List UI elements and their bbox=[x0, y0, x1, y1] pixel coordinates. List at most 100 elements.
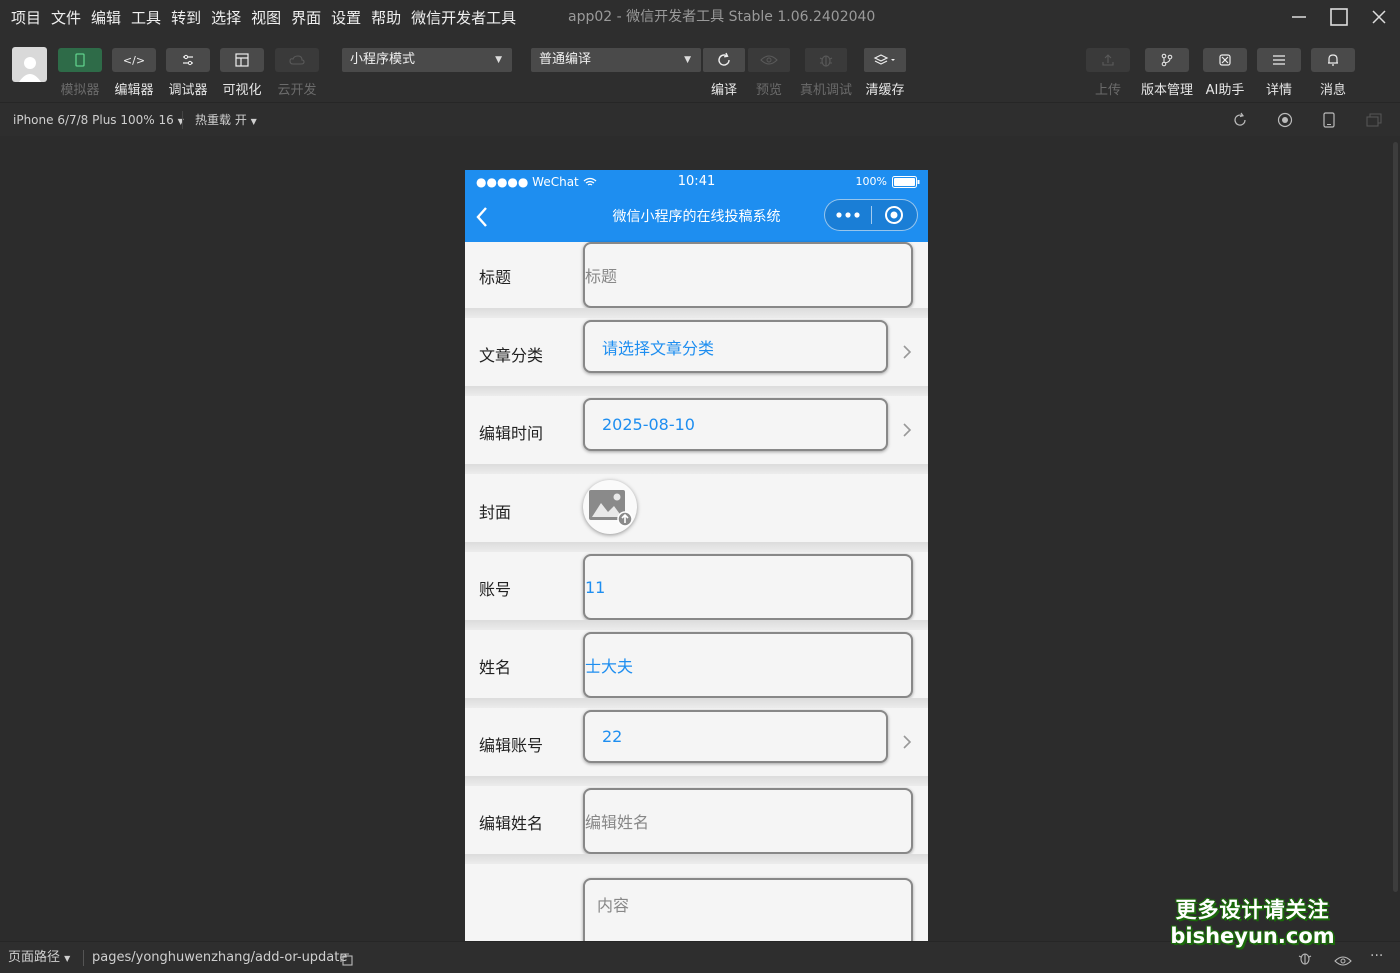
simulator-button[interactable] bbox=[58, 48, 102, 72]
mode-select-value: 小程序模式 bbox=[350, 52, 416, 67]
menu-item-select[interactable]: 选择 bbox=[206, 7, 246, 28]
version-button[interactable] bbox=[1145, 48, 1189, 72]
debugger-button[interactable] bbox=[166, 48, 210, 72]
hot-reload-select[interactable]: 热重载 开 ▼ bbox=[195, 103, 257, 137]
editor-account-picker[interactable]: 22 bbox=[583, 710, 888, 763]
editor-button[interactable]: </> bbox=[112, 48, 156, 72]
target-icon bbox=[885, 206, 904, 224]
record-button[interactable] bbox=[1277, 112, 1293, 128]
category-label: 文章分类 bbox=[479, 346, 544, 365]
toolbar: 模拟器 </> 编辑器 调试器 可视化 云开发 小程序模式 ▼ 普通编译 ▼ 编… bbox=[0, 34, 1400, 102]
battery-percent: 100% bbox=[855, 175, 887, 188]
windows-icon bbox=[1366, 113, 1382, 127]
row-divider bbox=[465, 854, 928, 864]
compile-button[interactable] bbox=[703, 48, 745, 72]
menu-item-settings[interactable]: 设置 bbox=[326, 7, 366, 28]
compile-select-value: 普通编译 bbox=[539, 52, 592, 67]
window-title: app02 - 微信开发者工具 Stable 1.06.2402040 bbox=[568, 9, 876, 25]
minimize-button[interactable] bbox=[1279, 0, 1319, 34]
messages-button[interactable] bbox=[1311, 48, 1355, 72]
bottom-preview-button[interactable] bbox=[1334, 952, 1352, 971]
upload-button[interactable] bbox=[1086, 48, 1130, 72]
row-divider bbox=[465, 776, 928, 786]
divider bbox=[182, 111, 183, 129]
category-value: 请选择文章分类 bbox=[602, 338, 715, 358]
detach-window-button[interactable] bbox=[1366, 112, 1382, 128]
menu-item-interface[interactable]: 界面 bbox=[286, 7, 326, 28]
ai-assistant-button[interactable] bbox=[1203, 48, 1247, 72]
account-input[interactable]: 11 bbox=[583, 554, 913, 620]
menu-item-view[interactable]: 视图 bbox=[246, 7, 286, 28]
more-button[interactable] bbox=[825, 200, 871, 230]
close-button[interactable] bbox=[1359, 0, 1399, 34]
rotate-button[interactable] bbox=[1232, 112, 1248, 128]
device-frame-button[interactable] bbox=[1321, 112, 1337, 128]
compile-select[interactable]: 普通编译 ▼ bbox=[531, 48, 701, 72]
edit-time-value: 2025-08-10 bbox=[602, 415, 695, 434]
menu-item-edit[interactable]: 编辑 bbox=[86, 7, 126, 28]
remote-debug-button[interactable] bbox=[805, 48, 847, 72]
close-icon bbox=[1372, 10, 1386, 24]
menu-item-help[interactable]: 帮助 bbox=[366, 7, 406, 28]
copy-path-button[interactable] bbox=[339, 951, 353, 970]
menu-item-file[interactable]: 文件 bbox=[46, 7, 86, 28]
cloud-label: 云开发 bbox=[277, 83, 317, 98]
page-path-select[interactable]: 页面路径 ▼ bbox=[8, 942, 70, 973]
minimize-icon bbox=[1292, 16, 1306, 18]
editor-name-placeholder: 编辑姓名 bbox=[585, 813, 650, 832]
editor-account-value: 22 bbox=[602, 727, 623, 746]
bug-icon bbox=[819, 55, 833, 67]
watermark: 更多设计请关注 bisheyun.com bbox=[1170, 894, 1335, 948]
simulator-label: 模拟器 bbox=[60, 83, 100, 98]
bottom-debug-button[interactable] bbox=[1297, 950, 1313, 970]
cover-label: 封面 bbox=[479, 503, 512, 522]
preview-button[interactable] bbox=[748, 48, 790, 72]
edit-time-picker[interactable]: 2025-08-10 bbox=[583, 398, 888, 451]
category-picker[interactable]: 请选择文章分类 bbox=[583, 320, 888, 373]
name-value: 士大夫 bbox=[585, 657, 634, 676]
cloud-button[interactable] bbox=[275, 48, 319, 72]
visual-button[interactable] bbox=[220, 48, 264, 72]
editor-label: 编辑器 bbox=[114, 83, 154, 98]
more-options-icon[interactable]: ··· bbox=[1370, 948, 1383, 964]
chevron-down-icon: ▼ bbox=[495, 55, 502, 65]
preview-label: 预览 bbox=[755, 83, 782, 98]
chevron-right-icon bbox=[903, 735, 912, 749]
phone-nav-bar: 微信小程序的在线投稿系统 bbox=[465, 195, 928, 242]
device-select[interactable]: iPhone 6/7/8 Plus 100% 16 ▼ bbox=[13, 103, 184, 137]
menu-item-devtools[interactable]: 微信开发者工具 bbox=[406, 7, 521, 28]
rotate-icon bbox=[1234, 112, 1246, 126]
clear-cache-button[interactable] bbox=[864, 48, 906, 72]
editor-name-input[interactable]: 编辑姓名 bbox=[583, 788, 913, 854]
page-path-label: 页面路径 bbox=[8, 950, 61, 965]
title-placeholder: 标题 bbox=[585, 267, 618, 286]
row-divider bbox=[465, 386, 928, 396]
menu-item-tools[interactable]: 工具 bbox=[126, 7, 166, 28]
clear-cache-label: 清缓存 bbox=[865, 83, 905, 98]
content-textarea[interactable]: 内容 bbox=[583, 878, 913, 941]
row-divider bbox=[465, 620, 928, 630]
maximize-button[interactable] bbox=[1319, 0, 1359, 34]
main-menu: 项目 文件 编辑 工具 转到 选择 视图 界面 设置 帮助 微信开发者工具 bbox=[6, 0, 521, 34]
details-label: 详情 bbox=[1265, 83, 1292, 98]
title-input[interactable]: 标题 bbox=[583, 242, 913, 308]
name-input[interactable]: 士大夫 bbox=[583, 632, 913, 698]
device-select-value: iPhone 6/7/8 Plus 100% 16 bbox=[13, 113, 174, 127]
scrollbar[interactable] bbox=[1393, 142, 1398, 892]
avatar[interactable] bbox=[12, 47, 47, 82]
menu-item-project[interactable]: 项目 bbox=[6, 7, 46, 28]
chevron-down-icon: ▼ bbox=[64, 954, 71, 963]
cover-upload-button[interactable] bbox=[583, 480, 637, 534]
phone-status-bar: ●●●●● WeChat 10:41 100% bbox=[465, 170, 928, 195]
form-row-account: 账号 11 bbox=[465, 552, 928, 630]
menu-item-goto[interactable]: 转到 bbox=[166, 7, 206, 28]
mode-select[interactable]: 小程序模式 ▼ bbox=[342, 48, 512, 72]
capsule-menu bbox=[824, 199, 918, 231]
compile-label: 编译 bbox=[710, 83, 737, 98]
row-divider bbox=[465, 308, 928, 318]
exit-miniprogram-button[interactable] bbox=[871, 200, 917, 230]
layout-icon bbox=[235, 53, 249, 67]
chevron-right-icon bbox=[903, 423, 912, 437]
record-icon bbox=[1277, 112, 1293, 128]
details-button[interactable] bbox=[1257, 48, 1301, 72]
